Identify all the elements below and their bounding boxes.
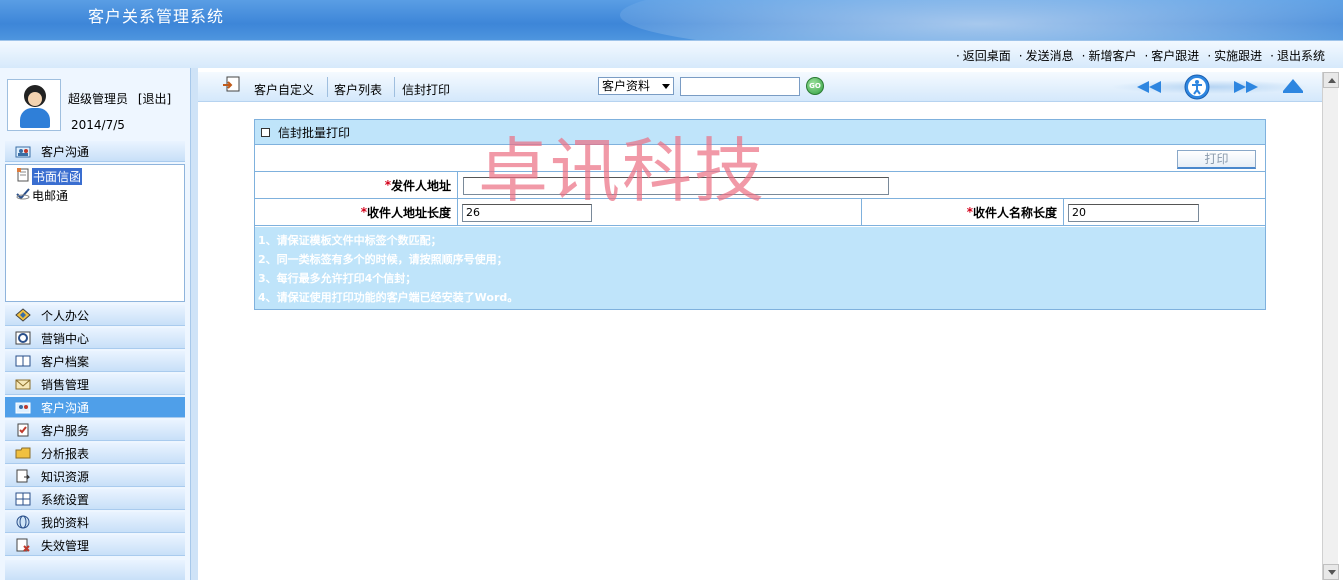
nav-link-customer-followup[interactable]: 客户跟进 [1144,47,1199,64]
sidebar-divider[interactable] [190,68,198,580]
avatar [7,79,61,131]
document-icon [15,469,31,483]
sidebar-item-customer-archive[interactable]: 客户档案 [5,351,185,372]
diamond-icon [15,308,31,322]
sub-menu-panel: 书面信函 电邮通 [5,164,185,302]
sidebar-footer [5,560,185,580]
vertical-scrollbar[interactable] [1322,72,1339,580]
watermark: 卓讯科技 [478,130,766,212]
sidebar-item-customer-service[interactable]: 客户服务 [5,420,185,441]
user-box: 超级管理员 [退出] 2014/7/5 [5,76,185,136]
envelope-icon [15,377,31,391]
print-button[interactable]: 打印 [1177,150,1256,169]
note-line: 3、每行最多允许打印4个信封； [258,272,417,285]
grid-icon [15,492,31,506]
folder-icon [15,446,31,460]
sidebar-current-section[interactable]: 客户沟通 [5,141,185,162]
sidebar-item-label: 个人办公 [41,308,90,323]
sidebar-item-sales[interactable]: 销售管理 [5,374,185,395]
sidebar-item-label: 客户档案 [41,354,90,369]
export-icon [222,76,242,94]
nav-link-new-customer[interactable]: 新增客户 [1082,47,1136,64]
back-icon[interactable] [1135,80,1163,97]
sidebar-item-analysis-report[interactable]: 分析报表 [5,443,185,464]
sidebar-item-label: 我的资料 [41,515,90,530]
scroll-down-button[interactable] [1323,564,1339,580]
sidebar-item-expired[interactable]: 失效管理 [5,535,185,556]
note-line: 2、同一类标签有多个的时候，请按照顺序号使用； [258,253,508,266]
recipient-name-length-input[interactable]: 20 [1068,204,1199,222]
go-button[interactable]: GO [806,77,824,95]
search-category-value: 客户资料 [602,79,651,93]
sidebar-item-label: 分析报表 [41,446,90,461]
note-line: 4、请保证使用打印功能的客户端已经安装了Word。 [258,291,519,304]
accessibility-icon[interactable] [1184,74,1210,103]
toolbar-customer-custom[interactable]: 客户自定义 [254,81,314,98]
people-icon [15,144,31,158]
app-title: 客户关系管理系统 [88,7,225,26]
user-date: 2014/7/5 [71,118,125,132]
sidebar-item-label: 客户服务 [41,423,90,438]
globe-icon [15,515,31,529]
sidebar-item-label: 知识资源 [41,469,90,484]
nav-arrows [1110,74,1310,100]
clipboard-icon [15,423,31,437]
sub-item-letter-label: 书面信函 [32,167,83,185]
check-icon [16,187,30,204]
sidebar-item-personal-office[interactable]: 个人办公 [5,305,185,326]
nav-link-implementation-followup[interactable]: 实施跟进 [1207,47,1262,64]
recipient-name-length-label: * 收件人名称长度 [862,199,1064,225]
file-x-icon [15,538,31,552]
sidebar-item-label: 系统设置 [41,492,90,507]
sidebar-item-marketing[interactable]: 营销中心 [5,328,185,349]
checkbox-icon [261,127,270,137]
sidebar: 超级管理员 [退出] 2014/7/5 客户沟通 书面信函 电邮通 个人办公 营… [0,68,190,580]
people-icon [15,400,31,414]
sidebar-item-my-profile[interactable]: 我的资料 [5,512,185,533]
sidebar-item-label: 销售管理 [41,377,90,392]
chart-icon [15,331,31,345]
header-swoosh [620,0,1343,40]
sidebar-item-label: 客户沟通 [41,400,90,415]
main-toolbar: 客户自定义 客户列表 信封打印 客户资料 GO [198,72,1322,102]
logout-link[interactable]: [退出] [138,92,171,106]
panel-title: 信封批量打印 [278,125,351,140]
search-input[interactable] [680,77,800,96]
sidebar-item-label: 失效管理 [41,538,90,553]
nav-link-exit[interactable]: 退出系统 [1270,47,1325,64]
chevron-down-icon [662,84,670,89]
sender-address-label: * 发件人地址 [255,172,458,198]
top-nav: 返回桌面 发送消息 新增客户 客户跟进 实施跟进 退出系统 [0,40,1343,68]
book-icon [15,354,31,368]
user-name: 超级管理员 [68,92,129,106]
nav-link-send-message[interactable]: 发送消息 [1019,47,1074,64]
scroll-up-button[interactable] [1323,72,1339,88]
notes-section: 1、请保证模板文件中标签个数匹配； 2、同一类标签有多个的时候，请按照顺序号使用… [255,227,1265,309]
nav-link-desktop[interactable]: 返回桌面 [956,47,1011,64]
sub-item-email[interactable]: 电邮通 [16,187,68,203]
up-icon[interactable] [1282,78,1304,97]
toolbar-customer-list[interactable]: 客户列表 [334,81,382,98]
app-header: 客户关系管理系统 [0,0,1343,40]
recipient-address-length-label: * 收件人地址长度 [255,199,458,225]
sidebar-current-section-label: 客户沟通 [41,144,90,159]
note-line: 1、请保证模板文件中标签个数匹配； [258,234,442,247]
sidebar-item-customer-communication[interactable]: 客户沟通 [5,397,185,418]
sub-item-email-label: 电邮通 [32,188,69,203]
sidebar-item-label: 营销中心 [41,331,90,346]
document-icon [16,167,30,185]
sidebar-item-system-settings[interactable]: 系统设置 [5,489,185,510]
sub-item-letter[interactable]: 书面信函 [16,167,83,185]
forward-icon[interactable] [1232,80,1260,97]
search-category-select[interactable]: 客户资料 [598,77,674,95]
toolbar-envelope-print[interactable]: 信封打印 [402,81,450,98]
sidebar-item-knowledge[interactable]: 知识资源 [5,466,185,487]
